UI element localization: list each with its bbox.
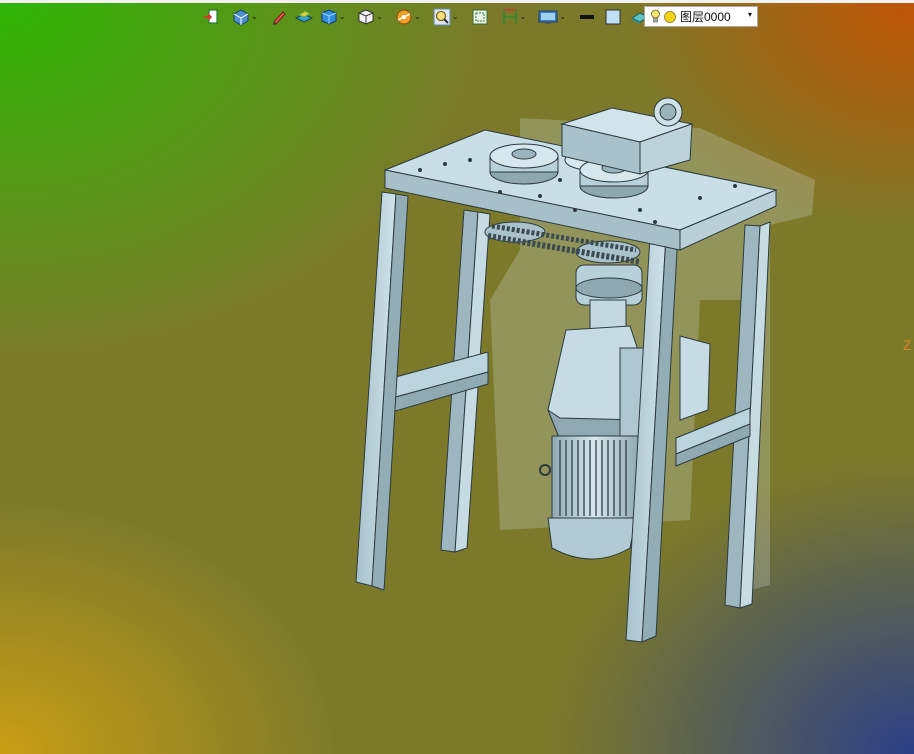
cad-model[interactable]	[0, 0, 914, 754]
3d-viewport[interactable]: ⌄ ⌄ ⌄ ⌄ ⌄ ⌄ ⌄ 图层0000 ▾ Z	[0, 0, 914, 754]
z-axis-label: Z	[903, 337, 912, 353]
